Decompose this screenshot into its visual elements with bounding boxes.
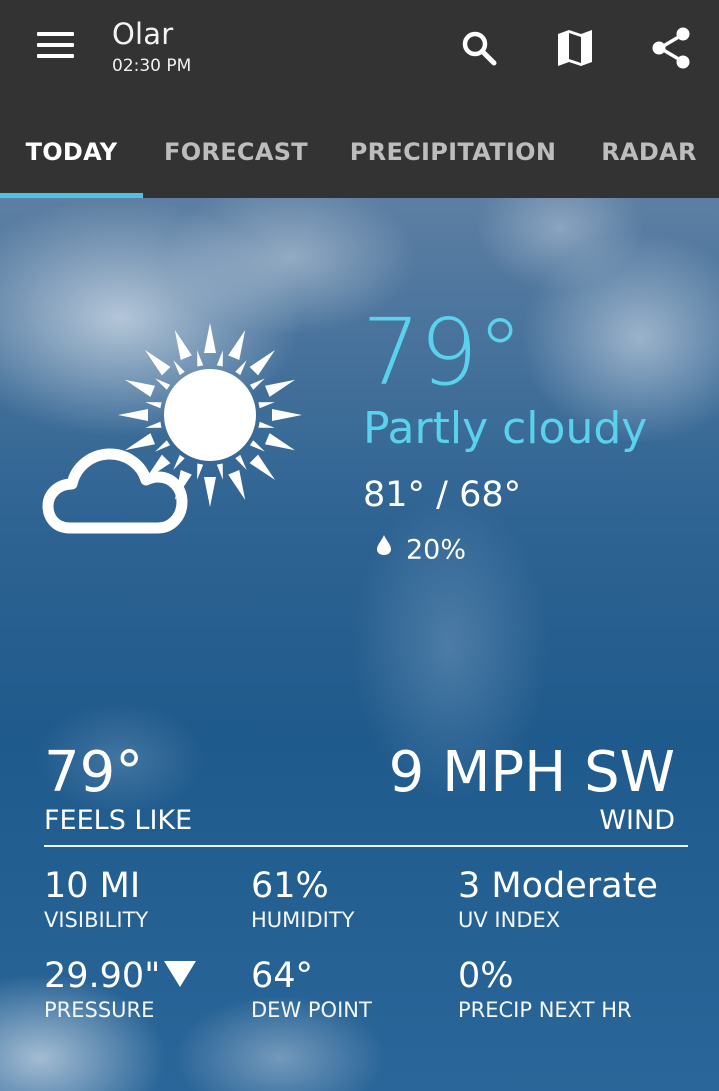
humidity-stat: 61% HUMIDITY xyxy=(251,865,466,933)
dew-point-stat: 64° DEW POINT xyxy=(251,955,466,1023)
raindrop-icon xyxy=(376,531,392,571)
dew-point-value: 64° xyxy=(251,956,314,996)
pressure-label: PRESSURE xyxy=(44,998,155,1022)
wind-value: 9 MPH SW xyxy=(388,740,675,805)
tab-today[interactable]: TODAY xyxy=(0,108,143,198)
current-condition: Partly cloudy xyxy=(363,403,648,454)
feels-like-value: 79° xyxy=(44,740,144,805)
share-icon[interactable] xyxy=(648,24,696,72)
visibility-stat: 10 MI VISIBILITY xyxy=(44,865,259,933)
precipitation-chance-value: 20% xyxy=(406,534,467,566)
partly-cloudy-icon xyxy=(40,320,310,540)
search-icon[interactable] xyxy=(455,24,503,72)
tab-forecast[interactable]: FORECAST xyxy=(150,108,322,198)
precipitation-chance: 20% xyxy=(376,530,466,570)
details-divider xyxy=(44,845,688,847)
visibility-label: VISIBILITY xyxy=(44,908,149,932)
location-name: Olar xyxy=(112,17,174,51)
dew-point-label: DEW POINT xyxy=(251,998,372,1022)
visibility-value: 10 MI xyxy=(44,866,141,906)
uv-index-label: UV INDEX xyxy=(458,908,561,932)
tab-precipitation[interactable]: PRECIPITATION xyxy=(340,108,566,198)
precip-next-hr-label: PRECIP NEXT HR xyxy=(458,998,632,1022)
active-tab-indicator xyxy=(0,193,143,198)
high-low-temperature: 81° / 68° xyxy=(363,475,522,515)
app-bar: Olar 02:30 PM TODAY FORECAST PRECIPITATI… xyxy=(0,0,719,198)
humidity-value: 61% xyxy=(251,866,329,906)
map-icon[interactable] xyxy=(551,24,599,72)
humidity-label: HUMIDITY xyxy=(251,908,355,932)
pressure-stat: 29.90" PRESSURE xyxy=(44,955,259,1023)
hamburger-menu-icon[interactable] xyxy=(36,31,76,61)
tab-bar: TODAY FORECAST PRECIPITATION RADAR xyxy=(0,108,719,198)
precip-next-hr-value: 0% xyxy=(458,956,514,996)
tab-radar[interactable]: RADAR xyxy=(590,108,708,198)
wind-label: WIND xyxy=(599,805,675,836)
location-time: 02:30 PM xyxy=(112,56,192,76)
pressure-value: 29.90" xyxy=(44,956,161,996)
uv-index-value: 3 Moderate xyxy=(458,866,658,906)
feels-like-label: FEELS LIKE xyxy=(44,805,193,836)
location-header[interactable]: Olar 02:30 PM xyxy=(112,14,191,78)
uv-index-stat: 3 Moderate UV INDEX xyxy=(458,865,673,933)
pressure-trend-down-icon xyxy=(164,961,197,987)
current-temperature: 79° xyxy=(362,299,523,406)
precip-next-hr-stat: 0% PRECIP NEXT HR xyxy=(458,955,673,1023)
